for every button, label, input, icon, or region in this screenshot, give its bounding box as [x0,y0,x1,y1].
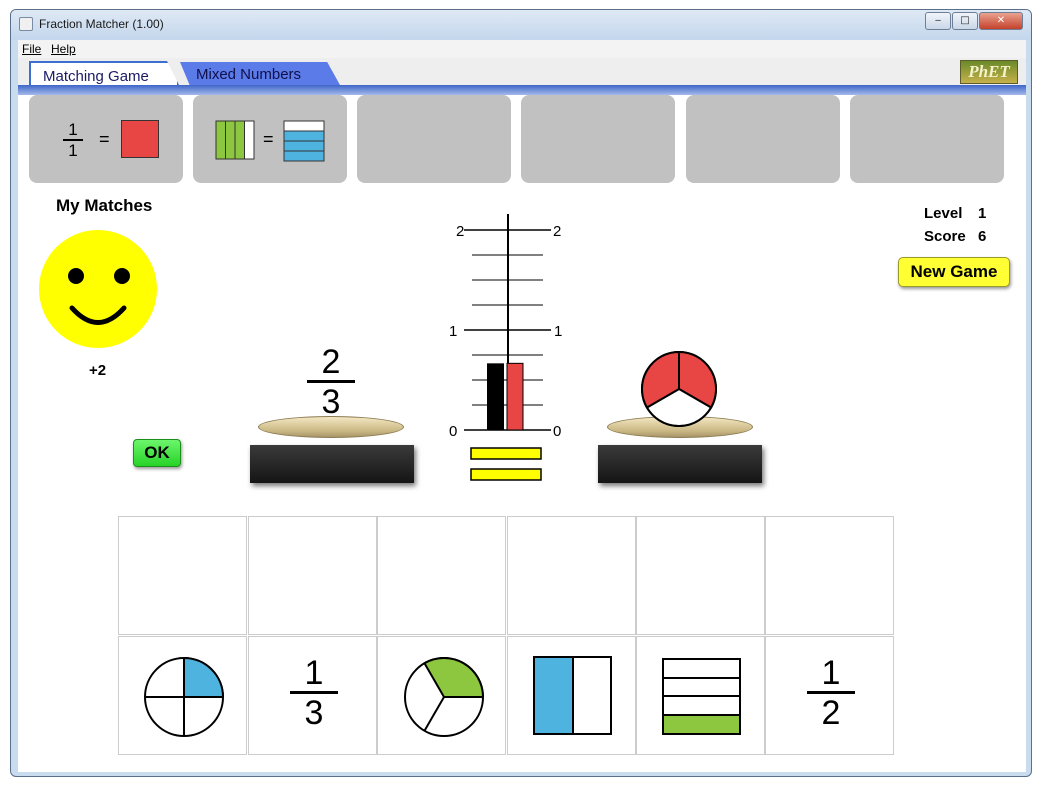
tab-matching-game-label: Matching Game [43,68,149,85]
fraction-numerator: 1 [304,654,324,692]
match-1-fraction: 1 1 [63,121,83,161]
fraction-numerator: 2 [321,343,341,381]
one-third-fraction-piece[interactable]: 1 3 [289,655,339,732]
equal-indicator-top [470,447,542,460]
match-slot-5 [686,95,840,183]
phet-logo[interactable]: PhET [960,60,1018,84]
left-platform-base [250,445,414,483]
match-slot-4 [521,95,675,183]
title-bar[interactable]: Fraction Matcher (1.00) ‒ □ ✕ [11,10,1031,40]
tab-strip: Matching Game Mixed Numbers [18,58,1026,86]
menu-bar: File Help [18,40,1026,59]
drop-cell-1[interactable] [118,516,247,635]
one-half-fraction-piece[interactable]: 1 2 [806,655,856,732]
points-earned: +2 [89,362,107,379]
comparison-scale: 2 2 1 1 0 0 [449,214,562,481]
piece-cell-3[interactable] [377,636,506,755]
fraction-denominator: 3 [321,383,341,421]
piece-cell-2[interactable]: 1 3 [248,636,377,755]
right-value-bar [506,362,524,431]
equal-indicator-bottom [470,468,542,481]
tab-mixed-numbers[interactable]: Mixed Numbers [180,62,340,85]
third-pie-piece[interactable] [402,655,486,739]
drop-cell-3[interactable] [377,516,506,635]
level-label: Level [924,205,963,222]
fraction-denominator: 3 [304,694,324,732]
piece-cell-6[interactable]: 1 2 [765,636,894,755]
left-value-bar [487,363,504,430]
match-slot-1: 1 1 = [29,95,183,183]
new-game-button[interactable]: New Game [898,257,1010,287]
match-2-vertical-bars [215,120,255,160]
level-value: 1 [978,205,987,222]
tab-mixed-numbers-label: Mixed Numbers [196,66,302,83]
quarter-horizontal-bars-piece[interactable] [661,657,743,737]
right-plate-pie[interactable] [639,350,719,430]
equals-sign: = [99,129,110,149]
java-app-icon [19,17,33,31]
match-slot-3 [357,95,511,183]
fraction-denominator: 1 [68,141,78,160]
piece-cell-1[interactable] [118,636,247,755]
piece-cell-5[interactable] [636,636,765,755]
fraction-numerator: 1 [821,654,841,692]
quarter-pie-piece[interactable] [142,655,226,739]
score-value: 6 [978,228,987,245]
match-2-horizontal-bars [283,120,325,162]
half-bar-piece[interactable] [532,655,614,737]
minimize-button[interactable]: ‒ [925,12,951,30]
tick-label-zero-left: 0 [449,423,457,440]
fraction-numerator: 1 [68,120,78,139]
tick-label-zero-right: 0 [553,423,561,440]
drop-cell-6[interactable] [765,516,894,635]
match-1-red-square [121,120,159,158]
equals-sign: = [263,129,274,149]
menu-file[interactable]: File [22,42,41,56]
score-label: Score [924,228,966,245]
close-button[interactable]: ✕ [979,12,1023,30]
match-slot-2: = [193,95,347,183]
right-platform-base [598,445,762,483]
tick-label-one-left: 1 [449,323,457,340]
drop-cell-4[interactable] [507,516,636,635]
smiley-face-icon [39,230,157,348]
piece-cell-4[interactable] [507,636,636,755]
my-matches-heading: My Matches [56,196,153,215]
drop-cell-5[interactable] [636,516,765,635]
fraction-denominator: 2 [821,694,841,732]
tick-label-two-right: 2 [553,223,561,240]
ok-button[interactable]: OK [133,439,181,467]
menu-help[interactable]: Help [51,42,76,56]
drop-cell-2[interactable] [248,516,377,635]
match-slot-6 [850,95,1004,183]
left-plate-fraction[interactable]: 2 3 [306,344,356,421]
window-title: Fraction Matcher (1.00) [39,17,164,31]
tick-label-one-right: 1 [554,323,562,340]
tick-label-two-left: 2 [456,223,464,240]
tab-underline [18,85,1026,95]
tab-matching-game[interactable]: Matching Game [29,61,179,85]
maximize-button[interactable]: □ [952,12,978,30]
